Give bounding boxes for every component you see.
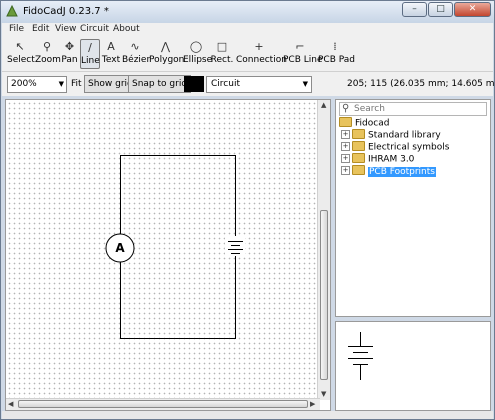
scroll-left-icon[interactable]: ◀ bbox=[8, 400, 13, 408]
text-icon: A bbox=[107, 40, 115, 53]
ammeter-label: A bbox=[115, 241, 125, 255]
tool-connection-button[interactable]: + Connection bbox=[236, 39, 287, 69]
expand-icon[interactable]: + bbox=[341, 141, 350, 151]
menu-about[interactable]: About bbox=[113, 24, 140, 34]
window-title: FidoCadJ 0.23.7 * bbox=[23, 6, 109, 17]
folder-icon bbox=[352, 153, 365, 163]
tree-item-label: IHRAM 3.0 bbox=[368, 154, 415, 165]
tool-select-button[interactable]: ↖ Select bbox=[7, 39, 35, 69]
symbol-preview-panel bbox=[335, 321, 491, 411]
drawing-canvas-area[interactable]: A ▲ ▼ ◀ ▶ bbox=[5, 99, 331, 411]
tool-bezier-label: Bézier bbox=[122, 55, 151, 65]
battery-preview-icon bbox=[348, 332, 373, 380]
tool-rect-label: Rect. bbox=[210, 55, 234, 65]
tool-zoom-button[interactable]: ⚲ Zoom bbox=[35, 39, 61, 69]
folder-icon bbox=[352, 141, 365, 151]
pointer-icon: ↖ bbox=[15, 40, 25, 53]
drawing-canvas[interactable]: A bbox=[6, 100, 320, 400]
chevron-down-icon: ▼ bbox=[58, 80, 64, 88]
connection-icon: + bbox=[254, 40, 264, 53]
tool-rect-button[interactable]: □ Rect. bbox=[210, 39, 234, 69]
battery-symbol bbox=[225, 236, 245, 256]
tool-text-button[interactable]: A Text bbox=[101, 39, 121, 69]
maximize-button[interactable]: □ bbox=[428, 2, 453, 17]
horizontal-scroll-thumb[interactable] bbox=[18, 400, 308, 408]
tool-polygon-label: Polygon bbox=[149, 55, 185, 65]
menu-edit[interactable]: Edit bbox=[32, 24, 49, 34]
magnifier-icon: ⚲ bbox=[42, 40, 52, 53]
menu-view[interactable]: View bbox=[55, 24, 76, 34]
library-search[interactable]: ⚲ bbox=[339, 102, 487, 116]
tree-item-pcb-footprints[interactable]: + PCB Footprints bbox=[341, 165, 436, 178]
chevron-down-icon: ▼ bbox=[302, 80, 308, 88]
zoom-select[interactable]: 200% ▼ bbox=[7, 76, 67, 93]
options-bar: 200% ▼ Fit Show grid Snap to grid Circui… bbox=[2, 72, 495, 96]
tool-ellipse-label: Ellipse bbox=[183, 55, 213, 65]
circuit-wire-loop bbox=[120, 155, 236, 339]
toolbar: ↖ Select ⚲ Zoom ✥ Pan ∕ Line A Text ∿ Bé… bbox=[2, 37, 493, 72]
layer-value: Circuit bbox=[211, 79, 240, 89]
expand-icon[interactable]: + bbox=[341, 153, 350, 163]
tool-line-label: Line bbox=[81, 56, 100, 66]
tool-connection-label: Connection bbox=[236, 55, 287, 65]
fit-button[interactable]: Fit bbox=[71, 79, 82, 89]
tool-pan-label: Pan bbox=[61, 55, 78, 65]
tool-pcb-line-button[interactable]: ⌐ PCB Line bbox=[283, 39, 323, 69]
tool-pcb-pad-label: PCB Pad bbox=[318, 55, 355, 65]
layer-color-swatch bbox=[184, 76, 204, 92]
pcb-line-icon: ⌐ bbox=[295, 40, 305, 53]
folder-icon bbox=[352, 165, 365, 175]
tree-item-label: PCB Footprints bbox=[368, 166, 436, 177]
tool-select-label: Select bbox=[7, 55, 35, 65]
move-icon: ✥ bbox=[64, 40, 75, 53]
tool-line-button[interactable]: ∕ Line bbox=[80, 39, 100, 69]
folder-icon bbox=[352, 129, 365, 139]
title-bar: FidoCadJ 0.23.7 * – □ ✕ bbox=[1, 1, 494, 23]
minimize-button[interactable]: – bbox=[402, 2, 427, 17]
coordinates-readout: 205; 115 (26.035 mm; 14.605 mm) bbox=[347, 79, 495, 89]
vertical-scrollbar[interactable]: ▲ ▼ bbox=[317, 100, 330, 400]
polygon-icon: ⋀ bbox=[160, 40, 171, 53]
folder-icon bbox=[339, 117, 352, 127]
ellipse-icon: ◯ bbox=[189, 40, 203, 53]
horizontal-scrollbar[interactable]: ◀ ▶ bbox=[6, 398, 320, 410]
fidocadj-logo-icon bbox=[6, 5, 18, 17]
zoom-value: 200% bbox=[11, 79, 37, 89]
tree-item-label: Standard library bbox=[368, 130, 441, 141]
pcb-pad-icon: ⁞ bbox=[333, 40, 337, 53]
tool-pcb-pad-button[interactable]: ⁞ PCB Pad bbox=[318, 39, 355, 69]
menu-file[interactable]: File bbox=[9, 24, 24, 34]
search-icon: ⚲ bbox=[342, 103, 350, 114]
tool-pan-button[interactable]: ✥ Pan bbox=[60, 39, 79, 69]
tree-root-label: Fidocad bbox=[355, 118, 390, 129]
expand-icon[interactable]: + bbox=[341, 165, 350, 175]
line-icon: ∕ bbox=[88, 41, 92, 54]
scroll-down-icon[interactable]: ▼ bbox=[321, 390, 326, 398]
tool-polygon-button[interactable]: ⋀ Polygon bbox=[149, 39, 185, 69]
tool-bezier-button[interactable]: ∿ Bézier bbox=[122, 39, 151, 69]
tree-item-label: Electrical symbols bbox=[368, 142, 450, 153]
expand-icon[interactable]: + bbox=[341, 129, 350, 139]
scroll-right-icon[interactable]: ▶ bbox=[310, 400, 315, 408]
tool-zoom-label: Zoom bbox=[35, 55, 61, 65]
search-input[interactable] bbox=[354, 103, 484, 115]
tool-pcb-line-label: PCB Line bbox=[283, 55, 323, 65]
app-window: FidoCadJ 0.23.7 * – □ ✕ File Edit View C… bbox=[0, 0, 495, 420]
circuit-drawing: A bbox=[105, 155, 245, 339]
scroll-up-icon[interactable]: ▲ bbox=[321, 101, 326, 109]
vertical-scroll-thumb[interactable] bbox=[320, 210, 328, 380]
tool-text-label: Text bbox=[101, 55, 121, 65]
menu-bar: File Edit View Circuit About bbox=[2, 23, 493, 37]
close-button[interactable]: ✕ bbox=[454, 2, 491, 17]
layer-select[interactable]: Circuit ▼ bbox=[206, 76, 312, 93]
library-panel: ⚲ Fidocad + Standard library + Electrical … bbox=[335, 99, 491, 317]
rectangle-icon: □ bbox=[216, 40, 228, 53]
snap-to-grid-toggle[interactable]: Snap to grid bbox=[128, 75, 192, 93]
tool-ellipse-button[interactable]: ◯ Ellipse bbox=[183, 39, 213, 69]
status-bar bbox=[2, 411, 493, 419]
menu-circuit[interactable]: Circuit bbox=[80, 24, 109, 34]
bezier-icon: ∿ bbox=[130, 40, 140, 53]
